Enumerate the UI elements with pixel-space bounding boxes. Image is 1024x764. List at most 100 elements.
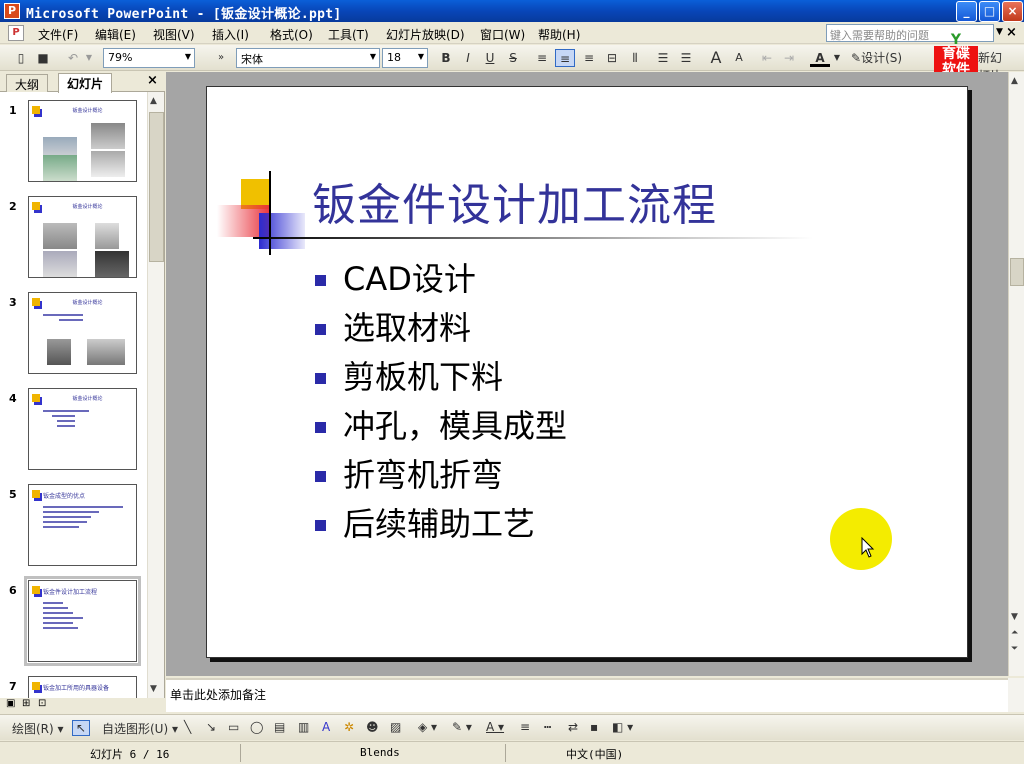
- bullet-item[interactable]: 选取材料: [315, 308, 567, 357]
- document-close-icon[interactable]: ×: [1006, 25, 1017, 40]
- tab-outline[interactable]: 大纲: [6, 74, 49, 92]
- powerpoint-icon[interactable]: P: [4, 3, 20, 19]
- textbox-tool-icon[interactable]: ▤: [274, 720, 285, 734]
- chevron-down-icon[interactable]: ▼: [996, 27, 1003, 37]
- new-document-icon[interactable]: ▯: [12, 49, 30, 67]
- chevron-down-icon[interactable]: ▼: [832, 49, 842, 67]
- italic-button[interactable]: I: [460, 49, 476, 67]
- menu-insert[interactable]: 插入(I): [212, 26, 249, 43]
- bold-button[interactable]: B: [438, 49, 454, 67]
- slide-thumbnail-6[interactable]: 钣金件设计加工流程: [24, 576, 141, 666]
- slide-canvas[interactable]: 钣金件设计加工流程 CAD设计 选取材料 剪板机下料 冲孔，模具成型 折弯机折弯…: [206, 86, 968, 658]
- notes-placeholder[interactable]: 单击此处添加备注: [170, 686, 266, 703]
- document-icon[interactable]: P: [8, 25, 24, 41]
- slide-title[interactable]: 钣金件设计加工流程: [312, 169, 717, 233]
- zoom-select[interactable]: 79% ▼: [103, 48, 195, 68]
- bullet-item[interactable]: 冲孔，模具成型: [315, 406, 567, 455]
- slide-thumbnail-5[interactable]: 钣金成型的优点: [28, 484, 137, 566]
- slideshow-view-icon[interactable]: ⊡: [38, 698, 46, 709]
- maximize-button[interactable]: □: [979, 1, 1000, 22]
- decrease-font-icon[interactable]: A: [730, 49, 748, 67]
- arrow-tool-icon[interactable]: ↘: [206, 720, 216, 734]
- line-style-icon[interactable]: ≡: [520, 720, 530, 734]
- rectangle-tool-icon[interactable]: ▭: [228, 720, 239, 734]
- clipart-icon[interactable]: ☻: [366, 720, 379, 734]
- underline-button[interactable]: U: [482, 49, 498, 67]
- 3d-style-icon[interactable]: ◧ ▾: [612, 720, 633, 734]
- line-color-icon[interactable]: ✎ ▾: [452, 720, 472, 734]
- thumb-photo: [91, 123, 125, 149]
- menu-file[interactable]: 文件(F): [38, 26, 78, 43]
- scroll-down-icon[interactable]: ▼: [1011, 612, 1018, 622]
- shadow-style-icon[interactable]: ▪: [590, 720, 598, 734]
- bullet-list[interactable]: CAD设计 选取材料 剪板机下料 冲孔，模具成型 折弯机折弯 后续辅助工艺: [315, 259, 567, 553]
- toolbar-overflow-icon[interactable]: »: [215, 49, 227, 67]
- wordart-icon[interactable]: A: [322, 720, 330, 734]
- slide-thumbnail-2[interactable]: 钣金设计概论: [28, 196, 137, 278]
- bullet-square-icon: [315, 275, 326, 286]
- insert-picture-icon[interactable]: ▨: [390, 720, 401, 734]
- draw-menu-button[interactable]: 绘图(R) ▾: [12, 720, 64, 737]
- close-button[interactable]: ×: [1002, 1, 1023, 22]
- close-icon[interactable]: ×: [147, 73, 158, 88]
- oval-tool-icon[interactable]: ◯: [250, 720, 263, 734]
- slide-sorter-icon[interactable]: ⊞: [22, 698, 30, 709]
- menu-slideshow[interactable]: 幻灯片放映(D): [386, 26, 465, 43]
- slide-thumbnail-4[interactable]: 钣金设计概论: [28, 388, 137, 470]
- undo-icon[interactable]: ↶: [64, 49, 82, 67]
- previous-slide-icon[interactable]: ⏶: [1011, 628, 1018, 638]
- columns-icon[interactable]: ⫴: [626, 49, 644, 67]
- decrease-indent-icon[interactable]: ⇤: [758, 49, 776, 67]
- scrollbar-thumb[interactable]: [149, 112, 164, 262]
- fill-color-icon[interactable]: ◈ ▾: [418, 720, 437, 734]
- undo-dropdown-icon[interactable]: ▼: [84, 49, 94, 67]
- menu-help[interactable]: 帮助(H): [538, 26, 580, 43]
- slide-thumbnail-3[interactable]: 钣金设计概论: [28, 292, 137, 374]
- menu-edit[interactable]: 编辑(E): [95, 26, 136, 43]
- scroll-down-icon[interactable]: ▼: [150, 684, 157, 694]
- arrow-style-icon[interactable]: ⇄: [568, 720, 578, 734]
- notes-scrollbar[interactable]: [1008, 678, 1024, 712]
- font-select[interactable]: 宋体 ▼: [236, 48, 380, 68]
- line-tool-icon[interactable]: ╲: [184, 720, 191, 734]
- bullet-item[interactable]: 后续辅助工艺: [315, 504, 567, 553]
- select-pointer-icon[interactable]: ↖: [72, 720, 91, 736]
- diagram-icon[interactable]: ✲: [344, 720, 354, 734]
- menu-format[interactable]: 格式(O): [270, 26, 313, 43]
- scrollbar-thumb[interactable]: [1010, 258, 1024, 286]
- menu-tools[interactable]: 工具(T): [328, 26, 369, 43]
- menu-view[interactable]: 视图(V): [153, 26, 195, 43]
- save-icon[interactable]: ■: [34, 49, 52, 67]
- vertical-textbox-icon[interactable]: ▥: [298, 720, 309, 734]
- bullet-item[interactable]: 折弯机折弯: [315, 455, 567, 504]
- scroll-up-icon[interactable]: ▲: [150, 96, 157, 106]
- align-left-icon[interactable]: ≡: [533, 49, 551, 67]
- dash-style-icon[interactable]: ┅: [544, 720, 551, 734]
- slide-thumbnail-7[interactable]: 钣金加工所用的具器设备: [28, 676, 137, 698]
- normal-view-icon[interactable]: ▣: [6, 698, 15, 709]
- bullet-item[interactable]: CAD设计: [315, 259, 567, 308]
- distribute-icon[interactable]: ⊟: [603, 49, 621, 67]
- font-color-icon[interactable]: A: [810, 49, 830, 67]
- autoshapes-button[interactable]: 自选图形(U) ▾: [102, 720, 178, 737]
- thumbnail-scrollbar[interactable]: ▲ ▼: [147, 92, 164, 698]
- align-right-icon[interactable]: ≡: [580, 49, 598, 67]
- notes-pane[interactable]: 单击此处添加备注: [166, 678, 1008, 712]
- design-button[interactable]: ✎设计(S): [851, 49, 913, 67]
- align-center-icon[interactable]: ≡: [555, 49, 575, 67]
- next-slide-icon[interactable]: ⏷: [1011, 644, 1018, 654]
- font-color-icon[interactable]: A ▾: [486, 720, 504, 734]
- bullet-item[interactable]: 剪板机下料: [315, 357, 567, 406]
- numbering-icon[interactable]: ☰: [654, 49, 672, 67]
- menu-window[interactable]: 窗口(W): [480, 26, 525, 43]
- shadow-button[interactable]: S: [505, 49, 521, 67]
- minimize-button[interactable]: _: [956, 1, 977, 22]
- slide-scrollbar[interactable]: ▲ ▼ ⏶ ⏷: [1008, 72, 1024, 676]
- font-size-select[interactable]: 18 ▼: [382, 48, 428, 68]
- scroll-up-icon[interactable]: ▲: [1011, 76, 1018, 86]
- increase-indent-icon[interactable]: ⇥: [780, 49, 798, 67]
- tab-slides[interactable]: 幻灯片: [58, 73, 113, 93]
- slide-thumbnail-1[interactable]: 钣金设计概论: [28, 100, 137, 182]
- bullets-icon[interactable]: ☰: [677, 49, 695, 67]
- increase-font-icon[interactable]: A: [706, 49, 726, 67]
